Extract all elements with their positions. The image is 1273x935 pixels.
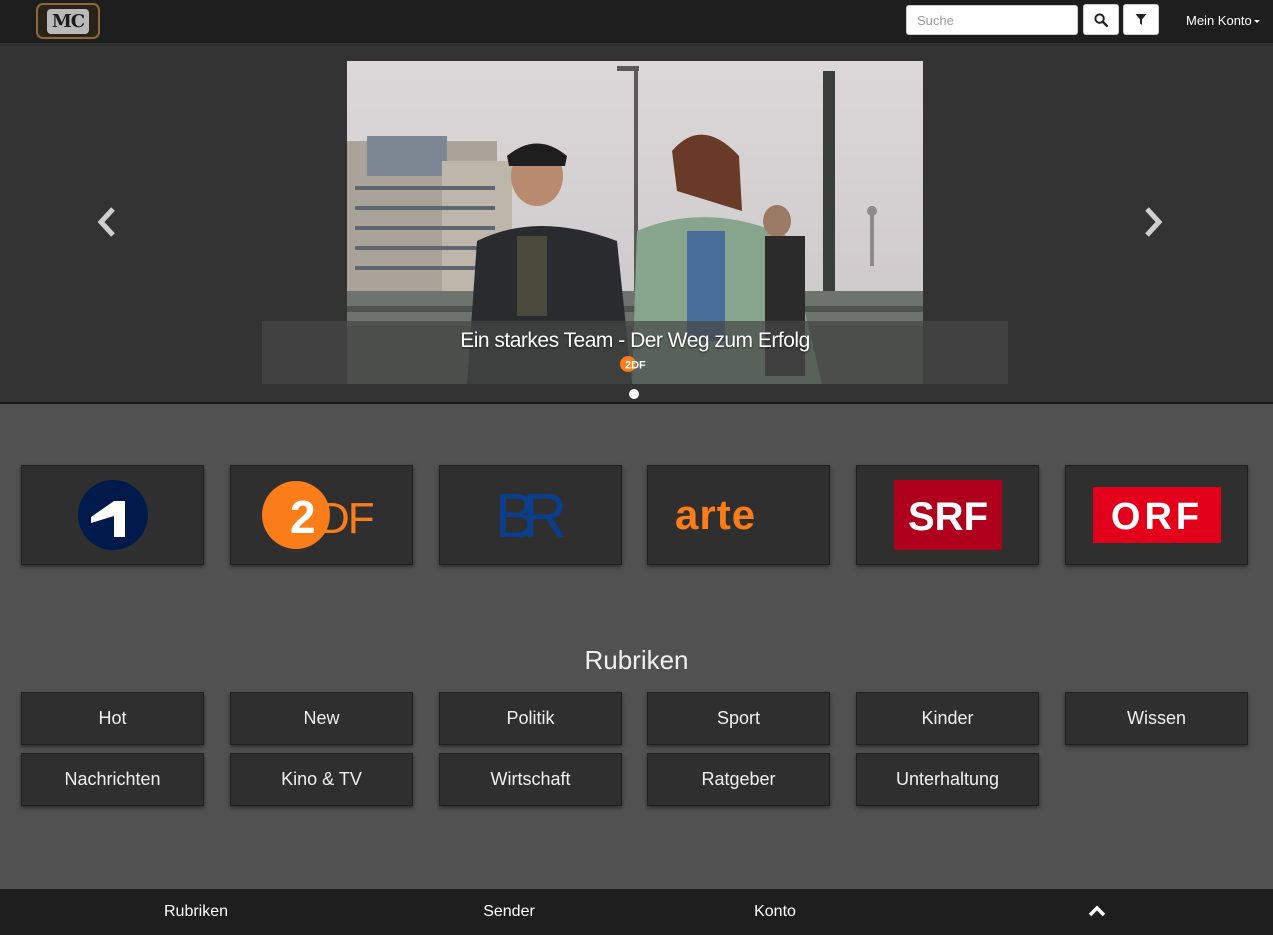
carousel-indicator[interactable]	[629, 389, 639, 399]
category-button-wirtschaft[interactable]: Wirtschaft	[439, 753, 622, 806]
category-button-new[interactable]: New	[230, 692, 413, 745]
bottom-nav-konto[interactable]: Konto	[754, 903, 796, 921]
channel-tile-zdf[interactable]: 2 DF	[230, 465, 413, 565]
svg-text:DF: DF	[318, 494, 374, 543]
category-button-sport[interactable]: Sport	[647, 692, 830, 745]
category-button-ratgeber[interactable]: Ratgeber	[647, 753, 830, 806]
srf-logo: SRF	[893, 480, 1002, 550]
search-icon	[1094, 12, 1108, 27]
svg-text:BR: BR	[495, 485, 564, 545]
logo-text: MC	[46, 8, 90, 34]
carousel-prev-button[interactable]	[96, 206, 118, 243]
carousel-next-button[interactable]	[1142, 206, 1164, 243]
categories-heading: Rubriken	[584, 645, 689, 675]
caret-down-icon	[1253, 20, 1260, 24]
featured-carousel: Ein starkes Team - Der Weg zum Erfolg 2D…	[0, 43, 1273, 402]
top-navbar: MC Mein Konto	[0, 0, 1273, 43]
category-button-wissen[interactable]: Wissen	[1065, 692, 1248, 745]
slide-channel-logo: 2DF	[619, 355, 651, 373]
chevron-up-icon	[1088, 905, 1106, 917]
chevron-right-icon	[1145, 207, 1163, 237]
chevron-left-icon	[97, 207, 115, 237]
channel-tile-br[interactable]: BR	[439, 465, 622, 565]
category-button-kinder[interactable]: Kinder	[856, 692, 1039, 745]
filter-icon	[1135, 14, 1147, 25]
channel-tile-arte[interactable]: arte	[647, 465, 830, 565]
svg-text:arte: arte	[675, 493, 756, 537]
account-menu[interactable]: Mein Konto	[1186, 13, 1260, 28]
arte-logo: arte	[675, 493, 756, 537]
slide-channel-logo-text: 2DF	[625, 360, 646, 372]
svg-text:ORF: ORF	[1110, 496, 1202, 538]
slide-title: Ein starkes Team - Der Weg zum Erfolg	[460, 329, 810, 352]
scroll-top-button[interactable]	[1088, 904, 1106, 923]
category-button-kino-tv[interactable]: Kino & TV	[230, 753, 413, 806]
search-input[interactable]	[906, 5, 1078, 35]
zdf-logo-small: 2DF	[620, 356, 646, 372]
orf-logo: ORF	[1092, 487, 1221, 543]
channel-tile-orf[interactable]: ORF	[1065, 465, 1248, 565]
site-logo[interactable]: MC	[36, 3, 100, 39]
channel-tile-srf[interactable]: SRF	[856, 465, 1039, 565]
bottom-navbar: Rubriken Sender Konto	[0, 889, 1273, 935]
filter-button[interactable]	[1123, 4, 1159, 35]
br-logo: BR	[495, 485, 567, 545]
bottom-nav-sender[interactable]: Sender	[483, 903, 535, 921]
category-button-hot[interactable]: Hot	[21, 692, 204, 745]
section-divider	[0, 402, 1273, 404]
svg-text:2: 2	[290, 491, 316, 543]
ard-logo	[77, 480, 148, 550]
channel-tile-ard[interactable]	[21, 465, 204, 565]
bottom-nav-rubriken[interactable]: Rubriken	[164, 903, 228, 921]
search-button[interactable]	[1083, 4, 1119, 35]
category-button-nachrichten[interactable]: Nachrichten	[21, 753, 204, 806]
zdf-logo: 2 DF	[261, 481, 375, 549]
slide-caption: Ein starkes Team - Der Weg zum Erfolg 2D…	[262, 321, 1008, 384]
account-label: Mein Konto	[1186, 13, 1252, 28]
svg-text:SRF: SRF	[908, 495, 988, 539]
category-button-unterhaltung[interactable]: Unterhaltung	[856, 753, 1039, 806]
category-button-politik[interactable]: Politik	[439, 692, 622, 745]
